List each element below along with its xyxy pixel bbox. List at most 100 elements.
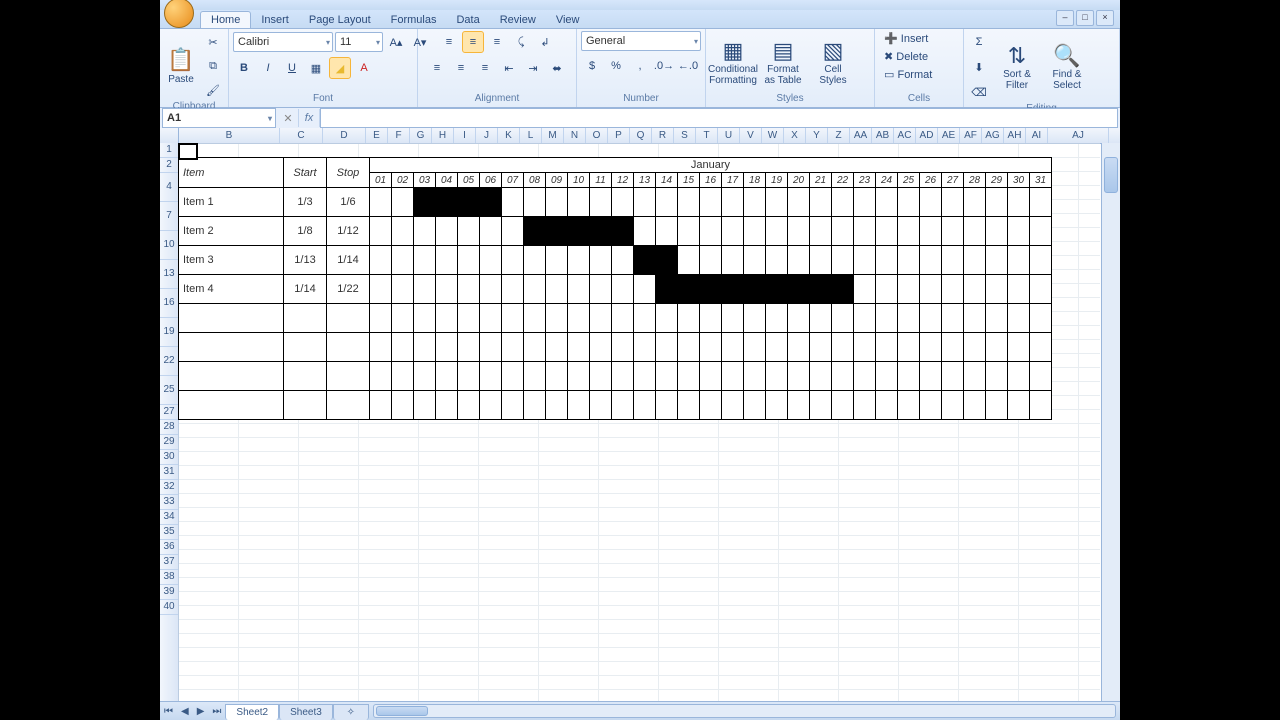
gantt-cell-2-4[interactable]: [436, 246, 458, 275]
empty-cell-3-26[interactable]: [920, 391, 942, 420]
column-header-S[interactable]: S: [674, 128, 696, 143]
empty-cell-3-28[interactable]: [964, 391, 986, 420]
cancel-formula-button[interactable]: ✕: [278, 111, 298, 126]
gantt-cell-1-22[interactable]: [832, 217, 854, 246]
gantt-cell-1-2[interactable]: [392, 217, 414, 246]
gantt-cell-0-22[interactable]: [832, 188, 854, 217]
empty-cell-0-19[interactable]: [766, 304, 788, 333]
empty-item-1[interactable]: [179, 333, 284, 362]
align-center-button[interactable]: ≡: [450, 57, 472, 79]
row-header-35[interactable]: 35: [160, 525, 178, 540]
sheet-nav-next[interactable]: ▶: [193, 706, 209, 717]
gantt-cell-0-2[interactable]: [392, 188, 414, 217]
horizontal-scroll-thumb[interactable]: [376, 706, 428, 716]
empty-cell-2-3[interactable]: [414, 362, 436, 391]
empty-cell-2-16[interactable]: [700, 362, 722, 391]
select-all-corner[interactable]: [160, 128, 179, 143]
gantt-cell-0-3[interactable]: [414, 188, 436, 217]
empty-cell-2-19[interactable]: [766, 362, 788, 391]
empty-cell-1-17[interactable]: [722, 333, 744, 362]
gantt-cell-0-24[interactable]: [876, 188, 898, 217]
active-cell-a1[interactable]: [178, 143, 198, 160]
row-header-10[interactable]: 10: [160, 231, 178, 260]
gantt-cell-0-17[interactable]: [722, 188, 744, 217]
column-header-AH[interactable]: AH: [1004, 128, 1026, 143]
gantt-cell-1-24[interactable]: [876, 217, 898, 246]
item-name-0[interactable]: Item 1: [179, 188, 284, 217]
empty-cell-2-28[interactable]: [964, 362, 986, 391]
gantt-cell-1-14[interactable]: [656, 217, 678, 246]
gantt-table[interactable]: ItemStartStopJanuary01020304050607080910…: [178, 157, 1052, 420]
row-header-34[interactable]: 34: [160, 510, 178, 525]
tab-data[interactable]: Data: [446, 12, 489, 28]
gantt-cell-3-15[interactable]: [678, 275, 700, 304]
empty-cell-1-3[interactable]: [414, 333, 436, 362]
percent-button[interactable]: %: [605, 55, 627, 77]
font-color-button[interactable]: A: [353, 57, 375, 79]
gantt-cell-2-10[interactable]: [568, 246, 590, 275]
row-header-27[interactable]: 27: [160, 405, 178, 420]
fill-button[interactable]: ⬇: [968, 56, 990, 78]
align-middle-button[interactable]: ≡: [462, 31, 484, 53]
gantt-cell-2-2[interactable]: [392, 246, 414, 275]
empty-cell-2-26[interactable]: [920, 362, 942, 391]
empty-cell-3-12[interactable]: [612, 391, 634, 420]
empty-cell-0-14[interactable]: [656, 304, 678, 333]
item-name-1[interactable]: Item 2: [179, 217, 284, 246]
column-header-AA[interactable]: AA: [850, 128, 872, 143]
empty-cell-1-24[interactable]: [876, 333, 898, 362]
gantt-cell-0-14[interactable]: [656, 188, 678, 217]
empty-cell-3-23[interactable]: [854, 391, 876, 420]
gantt-cell-2-31[interactable]: [1030, 246, 1052, 275]
empty-stop-1[interactable]: [327, 333, 370, 362]
paste-button[interactable]: 📋 Paste: [164, 36, 198, 96]
sheet-nav-first[interactable]: ⏮: [160, 706, 177, 717]
row-headers[interactable]: 1247101316192225272829303132333435363738…: [160, 143, 179, 702]
item-stop-3[interactable]: 1/22: [327, 275, 370, 304]
empty-cell-0-9[interactable]: [546, 304, 568, 333]
gantt-cell-1-8[interactable]: [524, 217, 546, 246]
empty-cell-2-22[interactable]: [832, 362, 854, 391]
tab-view[interactable]: View: [546, 12, 590, 28]
empty-cell-0-15[interactable]: [678, 304, 700, 333]
gantt-cell-1-1[interactable]: [370, 217, 392, 246]
gantt-cell-2-17[interactable]: [722, 246, 744, 275]
gantt-cell-3-28[interactable]: [964, 275, 986, 304]
row-header-4[interactable]: 4: [160, 173, 178, 202]
empty-cell-1-28[interactable]: [964, 333, 986, 362]
gantt-cell-0-18[interactable]: [744, 188, 766, 217]
empty-cell-0-26[interactable]: [920, 304, 942, 333]
empty-cell-3-10[interactable]: [568, 391, 590, 420]
gantt-cell-3-10[interactable]: [568, 275, 590, 304]
gantt-cell-0-1[interactable]: [370, 188, 392, 217]
empty-cell-3-18[interactable]: [744, 391, 766, 420]
sheet-tab-other[interactable]: Sheet3: [279, 704, 333, 720]
item-stop-1[interactable]: 1/12: [327, 217, 370, 246]
tab-formulas[interactable]: Formulas: [381, 12, 447, 28]
font-name-combo[interactable]: Calibri: [233, 32, 333, 52]
gantt-cell-0-29[interactable]: [986, 188, 1008, 217]
row-header-16[interactable]: 16: [160, 289, 178, 318]
empty-cell-0-25[interactable]: [898, 304, 920, 333]
sheet-nav-last[interactable]: ⏭: [208, 706, 225, 717]
empty-cell-2-17[interactable]: [722, 362, 744, 391]
empty-cell-1-27[interactable]: [942, 333, 964, 362]
empty-cell-3-14[interactable]: [656, 391, 678, 420]
underline-button[interactable]: U: [281, 57, 303, 79]
orientation-button[interactable]: ⤹: [510, 31, 532, 53]
empty-cell-2-20[interactable]: [788, 362, 810, 391]
column-header-L[interactable]: L: [520, 128, 542, 143]
gantt-cell-1-11[interactable]: [590, 217, 612, 246]
empty-cell-2-6[interactable]: [480, 362, 502, 391]
decrease-decimal-button[interactable]: ←.0: [677, 55, 699, 77]
empty-cell-2-10[interactable]: [568, 362, 590, 391]
gantt-cell-1-6[interactable]: [480, 217, 502, 246]
empty-cell-0-22[interactable]: [832, 304, 854, 333]
column-header-G[interactable]: G: [410, 128, 432, 143]
empty-cell-3-21[interactable]: [810, 391, 832, 420]
empty-cell-3-31[interactable]: [1030, 391, 1052, 420]
gantt-cell-2-22[interactable]: [832, 246, 854, 275]
empty-cell-2-13[interactable]: [634, 362, 656, 391]
empty-cell-2-29[interactable]: [986, 362, 1008, 391]
empty-cell-0-29[interactable]: [986, 304, 1008, 333]
